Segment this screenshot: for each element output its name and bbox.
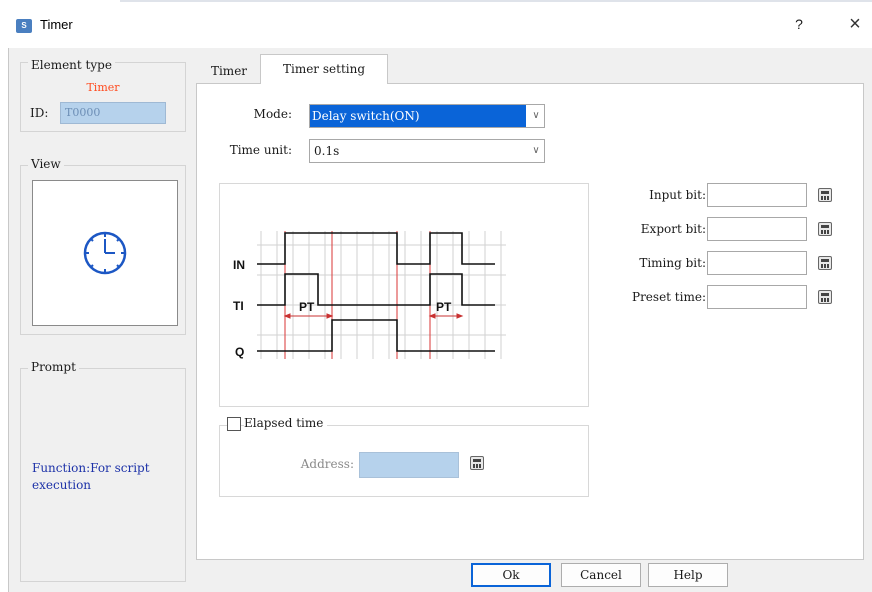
signal-ti-label: TI	[233, 299, 244, 313]
prompt-title: Prompt	[28, 360, 79, 374]
input-bit-label: Input bit:	[649, 188, 706, 202]
calculator-icon[interactable]	[818, 290, 832, 304]
pt-label: PT	[299, 300, 315, 314]
calculator-icon[interactable]	[470, 456, 484, 470]
chevron-down-icon[interactable]: ∨	[528, 140, 544, 162]
window-title: Timer	[40, 17, 73, 32]
tab-timer-setting[interactable]: Timer setting	[260, 54, 388, 84]
mode-selected-value[interactable]: Delay switch(ON)	[310, 105, 526, 127]
app-icon: S	[16, 19, 32, 33]
window-edge	[120, 0, 872, 2]
element-type-title: Element type	[28, 58, 115, 72]
id-label: ID:	[30, 106, 49, 120]
export-bit-field[interactable]	[707, 217, 807, 241]
time-unit-select[interactable]: 0.1s ∨	[309, 139, 545, 163]
tab-timer[interactable]: Timer	[198, 58, 260, 84]
clock-icon	[83, 231, 127, 275]
element-type-value: Timer	[86, 81, 120, 94]
id-field[interactable]: T0000	[60, 102, 166, 124]
elapsed-time-checkbox[interactable]	[227, 417, 241, 431]
ok-button[interactable]: Ok	[471, 563, 551, 587]
input-bit-field[interactable]	[707, 183, 807, 207]
export-bit-label: Export bit:	[640, 222, 706, 236]
cancel-button[interactable]: Cancel	[561, 563, 641, 587]
address-field[interactable]	[359, 452, 459, 478]
mode-label: Mode:	[253, 107, 292, 121]
timing-bit-label: Timing bit:	[639, 256, 706, 270]
view-title: View	[28, 157, 64, 171]
chevron-down-icon[interactable]: ∨	[528, 105, 544, 127]
view-preview	[32, 180, 178, 326]
timing-diagram: IN TI Q PT PT	[231, 231, 506, 359]
time-unit-value: 0.1s	[314, 144, 340, 158]
pt-label: PT	[436, 300, 452, 314]
help-button[interactable]: Help	[648, 563, 728, 587]
calculator-icon[interactable]	[818, 222, 832, 236]
address-label: Address:	[300, 457, 354, 471]
timing-bit-field[interactable]	[707, 251, 807, 275]
calculator-icon[interactable]	[818, 256, 832, 270]
signal-in-label: IN	[233, 258, 245, 272]
calculator-icon[interactable]	[818, 188, 832, 202]
close-icon[interactable]: ×	[843, 12, 867, 36]
preset-time-label: Preset time:	[632, 290, 706, 304]
elapsed-time-label: Elapsed time	[244, 416, 328, 430]
prompt-text: Function:For script execution	[32, 461, 150, 492]
help-icon-button[interactable]: ?	[789, 14, 809, 34]
title-bar	[0, 0, 872, 48]
time-unit-label: Time unit:	[229, 143, 292, 157]
preset-time-field[interactable]	[707, 285, 807, 309]
signal-q-label: Q	[235, 345, 244, 359]
